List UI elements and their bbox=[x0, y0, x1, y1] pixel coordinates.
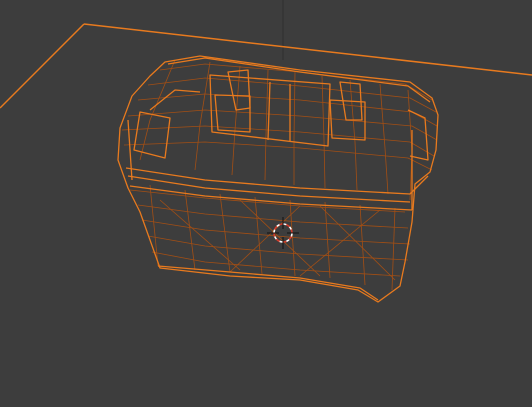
3d-viewport[interactable] bbox=[0, 0, 532, 407]
chest-mesh[interactable] bbox=[117, 55, 439, 303]
viewport-canvas[interactable] bbox=[0, 0, 532, 407]
ground-plane-outline[interactable] bbox=[0, 23, 532, 109]
